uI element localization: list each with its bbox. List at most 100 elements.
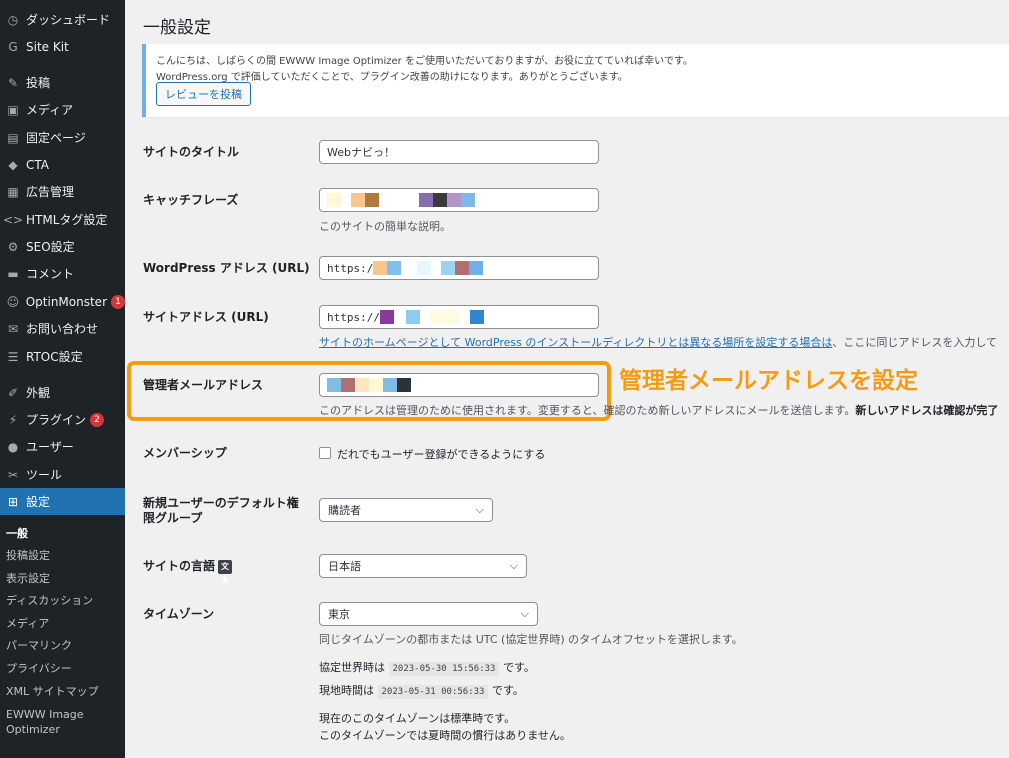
update-count-badge: 2 [90, 412, 105, 427]
media-icon: ▣ [7, 102, 19, 117]
default-role-label: 新規ユーザーのデフォルト権限グループ [143, 496, 299, 525]
submenu-item[interactable]: 一般 [6, 526, 121, 541]
notice-line-1: こんにちは、しばらくの間 EWWW Image Optimizer をご使用いた… [156, 56, 693, 67]
timezone-description: 同じタイムゾーンの都市または UTC (協定世界時) のタイムオフセットを選択し… [319, 633, 743, 646]
sidebar-item-ad[interactable]: ▦ 広告管理 [0, 178, 125, 205]
submenu-item[interactable]: プライバシー [6, 661, 121, 676]
sidebar-item-label: プラグイン [26, 413, 87, 427]
timezone-value: 東京 [328, 608, 350, 621]
sidebar-item-label: SEO設定 [26, 240, 75, 254]
mail-icon: ✉ [7, 321, 19, 336]
site-address-input[interactable]: https:// [319, 305, 599, 329]
sidebar-item-page[interactable]: ▤ 固定ページ [0, 124, 125, 151]
sidebar-item-label: ツール [26, 468, 63, 482]
wrench-icon: ✂ [7, 467, 19, 482]
code-icon: <> [2, 212, 24, 227]
submenu-item[interactable]: EWWW Image Optimizer [6, 707, 121, 737]
sidebar-item-label: Site Kit [26, 39, 69, 54]
membership-checkbox[interactable] [319, 447, 331, 459]
admin-email-label: 管理者メールアドレス [143, 378, 264, 392]
timezone-label: タイムゾーン [143, 607, 215, 621]
submenu-item[interactable]: パーマリンク [6, 638, 121, 653]
redacted-pixels [327, 193, 475, 207]
sidebar-item-mail[interactable]: ✉ お問い合わせ [0, 315, 125, 342]
sidebar-item-media[interactable]: ▣ メディア [0, 96, 125, 123]
comment-icon: ▬ [7, 266, 19, 281]
sitekit-icon: G [8, 39, 18, 54]
sidebar-item-label: コメント [26, 267, 75, 281]
admin-email-input[interactable] [319, 373, 599, 397]
tagline-input[interactable] [319, 188, 599, 212]
sidebar-item-sitekit[interactable]: G Site Kit [0, 33, 125, 60]
timezone-select[interactable]: 東京 ⌵ [319, 602, 538, 626]
redacted-pixels [373, 261, 484, 275]
user-icon: ● [7, 439, 19, 454]
post-review-button[interactable]: レビューを投稿 [156, 82, 251, 106]
default-role-select[interactable]: 購読者 ⌵ [319, 498, 493, 522]
site-language-label: サイトの言語 文A [143, 559, 233, 585]
tag-icon: ◆ [8, 157, 18, 172]
sidebar-item-optinmonster[interactable]: ☺ OptinMonster 1 [0, 288, 125, 315]
sidebar-item-label: OptinMonster [25, 294, 107, 309]
sidebar-item-plugin[interactable]: ⚡ プラグイン 2 [0, 406, 125, 433]
site-language-label-text: サイトの言語 [143, 559, 216, 573]
local-time-label: 現地時間は [319, 684, 374, 697]
page-title: 一般設定 [143, 18, 211, 38]
site-address-help-link[interactable]: サイトのホームページとして WordPress のインストールディレクトリとは異… [319, 336, 832, 349]
submenu-item[interactable]: ディスカッション [6, 593, 121, 608]
sidebar-item-label: 広告管理 [26, 185, 75, 199]
site-title-value: Webナビっ！ [327, 146, 395, 159]
sidebar-item-gear[interactable]: ⚙ SEO設定 [0, 233, 125, 260]
sidebar-item-wrench[interactable]: ✂ ツール [0, 461, 125, 488]
sidebar-item-tag[interactable]: ◆ CTA [0, 151, 125, 178]
site-title-input[interactable]: Webナビっ！ [319, 140, 599, 164]
page-icon: ▤ [7, 130, 19, 145]
optinmonster-icon: ☺ [6, 294, 20, 309]
sidebar-item-label: 外観 [26, 386, 51, 400]
brush-icon: ✐ [7, 385, 19, 400]
site-language-value: 日本語 [328, 560, 361, 573]
sidebar-item-comment[interactable]: ▬ コメント [0, 260, 125, 287]
sidebar-item-code[interactable]: <> HTMLタグ設定 [0, 206, 125, 233]
redacted-pixels [327, 378, 411, 392]
update-count-badge: 1 [111, 294, 125, 309]
local-time-suffix: です。 [491, 684, 524, 697]
submenu-item[interactable]: 投稿設定 [6, 548, 121, 563]
sidebar-item-label: HTMLタグ設定 [26, 213, 108, 227]
site-language-select[interactable]: 日本語 ⌵ [319, 554, 527, 578]
sidebar-item-list[interactable]: ☰ RTOC設定 [0, 343, 125, 370]
timezone-standard-note: 現在のこのタイムゾーンは標準時です。 [319, 712, 516, 725]
local-time-value: 2023-05-31 00:56:33 [377, 685, 489, 699]
pin-icon: ✎ [7, 75, 19, 90]
sidebar-item-label: 固定ページ [26, 131, 86, 145]
utc-time-suffix: です。 [502, 661, 535, 674]
admin-email-desc-bold: 新しいアドレスは確認が完了 [855, 404, 999, 417]
site-title-label: サイトのタイトル [143, 145, 240, 159]
admin-email-annotation: 管理者メールアドレスを設定 [619, 368, 918, 394]
wp-address-label: WordPress アドレス (URL) [143, 261, 310, 275]
utc-time-value: 2023-05-30 15:56:33 [388, 662, 500, 676]
site-address-value: https:// [327, 310, 380, 324]
dashboard-icon: ◷ [7, 12, 19, 27]
gear-icon: ⚙ [7, 239, 19, 254]
sidebar-item-pin[interactable]: ✎ 投稿 [0, 69, 125, 96]
redacted-pixels [379, 310, 484, 324]
membership-checkbox-label[interactable]: だれでもユーザー登録ができるようにする [337, 446, 545, 462]
wp-address-input[interactable]: https:/ [319, 256, 599, 280]
sidebar-item-brush[interactable]: ✐ 外観 [0, 379, 125, 406]
sidebar-item-user[interactable]: ● ユーザー [0, 433, 125, 460]
list-icon: ☰ [7, 349, 19, 364]
submenu-item[interactable]: 表示設定 [6, 571, 121, 586]
settings-icon: ⊞ [7, 494, 19, 509]
chevron-down-icon: ⌵ [509, 559, 518, 572]
sidebar-item-label: メディア [26, 103, 74, 117]
sidebar-item-label: 設定 [26, 495, 51, 509]
sidebar-item-label: RTOC設定 [26, 350, 83, 364]
ewww-review-notice: こんにちは、しばらくの間 EWWW Image Optimizer をご使用いた… [142, 44, 1009, 117]
submenu-item[interactable]: メディア [6, 616, 121, 631]
sidebar-item-settings[interactable]: ⊞ 設定 [0, 488, 125, 515]
sidebar-item-dashboard[interactable]: ◷ ダッシュボード [0, 6, 125, 33]
sidebar-item-label: ダッシュボード [26, 13, 111, 27]
submenu-item[interactable]: XML サイトマップ [6, 684, 121, 699]
chevron-down-icon: ⌵ [475, 503, 484, 516]
